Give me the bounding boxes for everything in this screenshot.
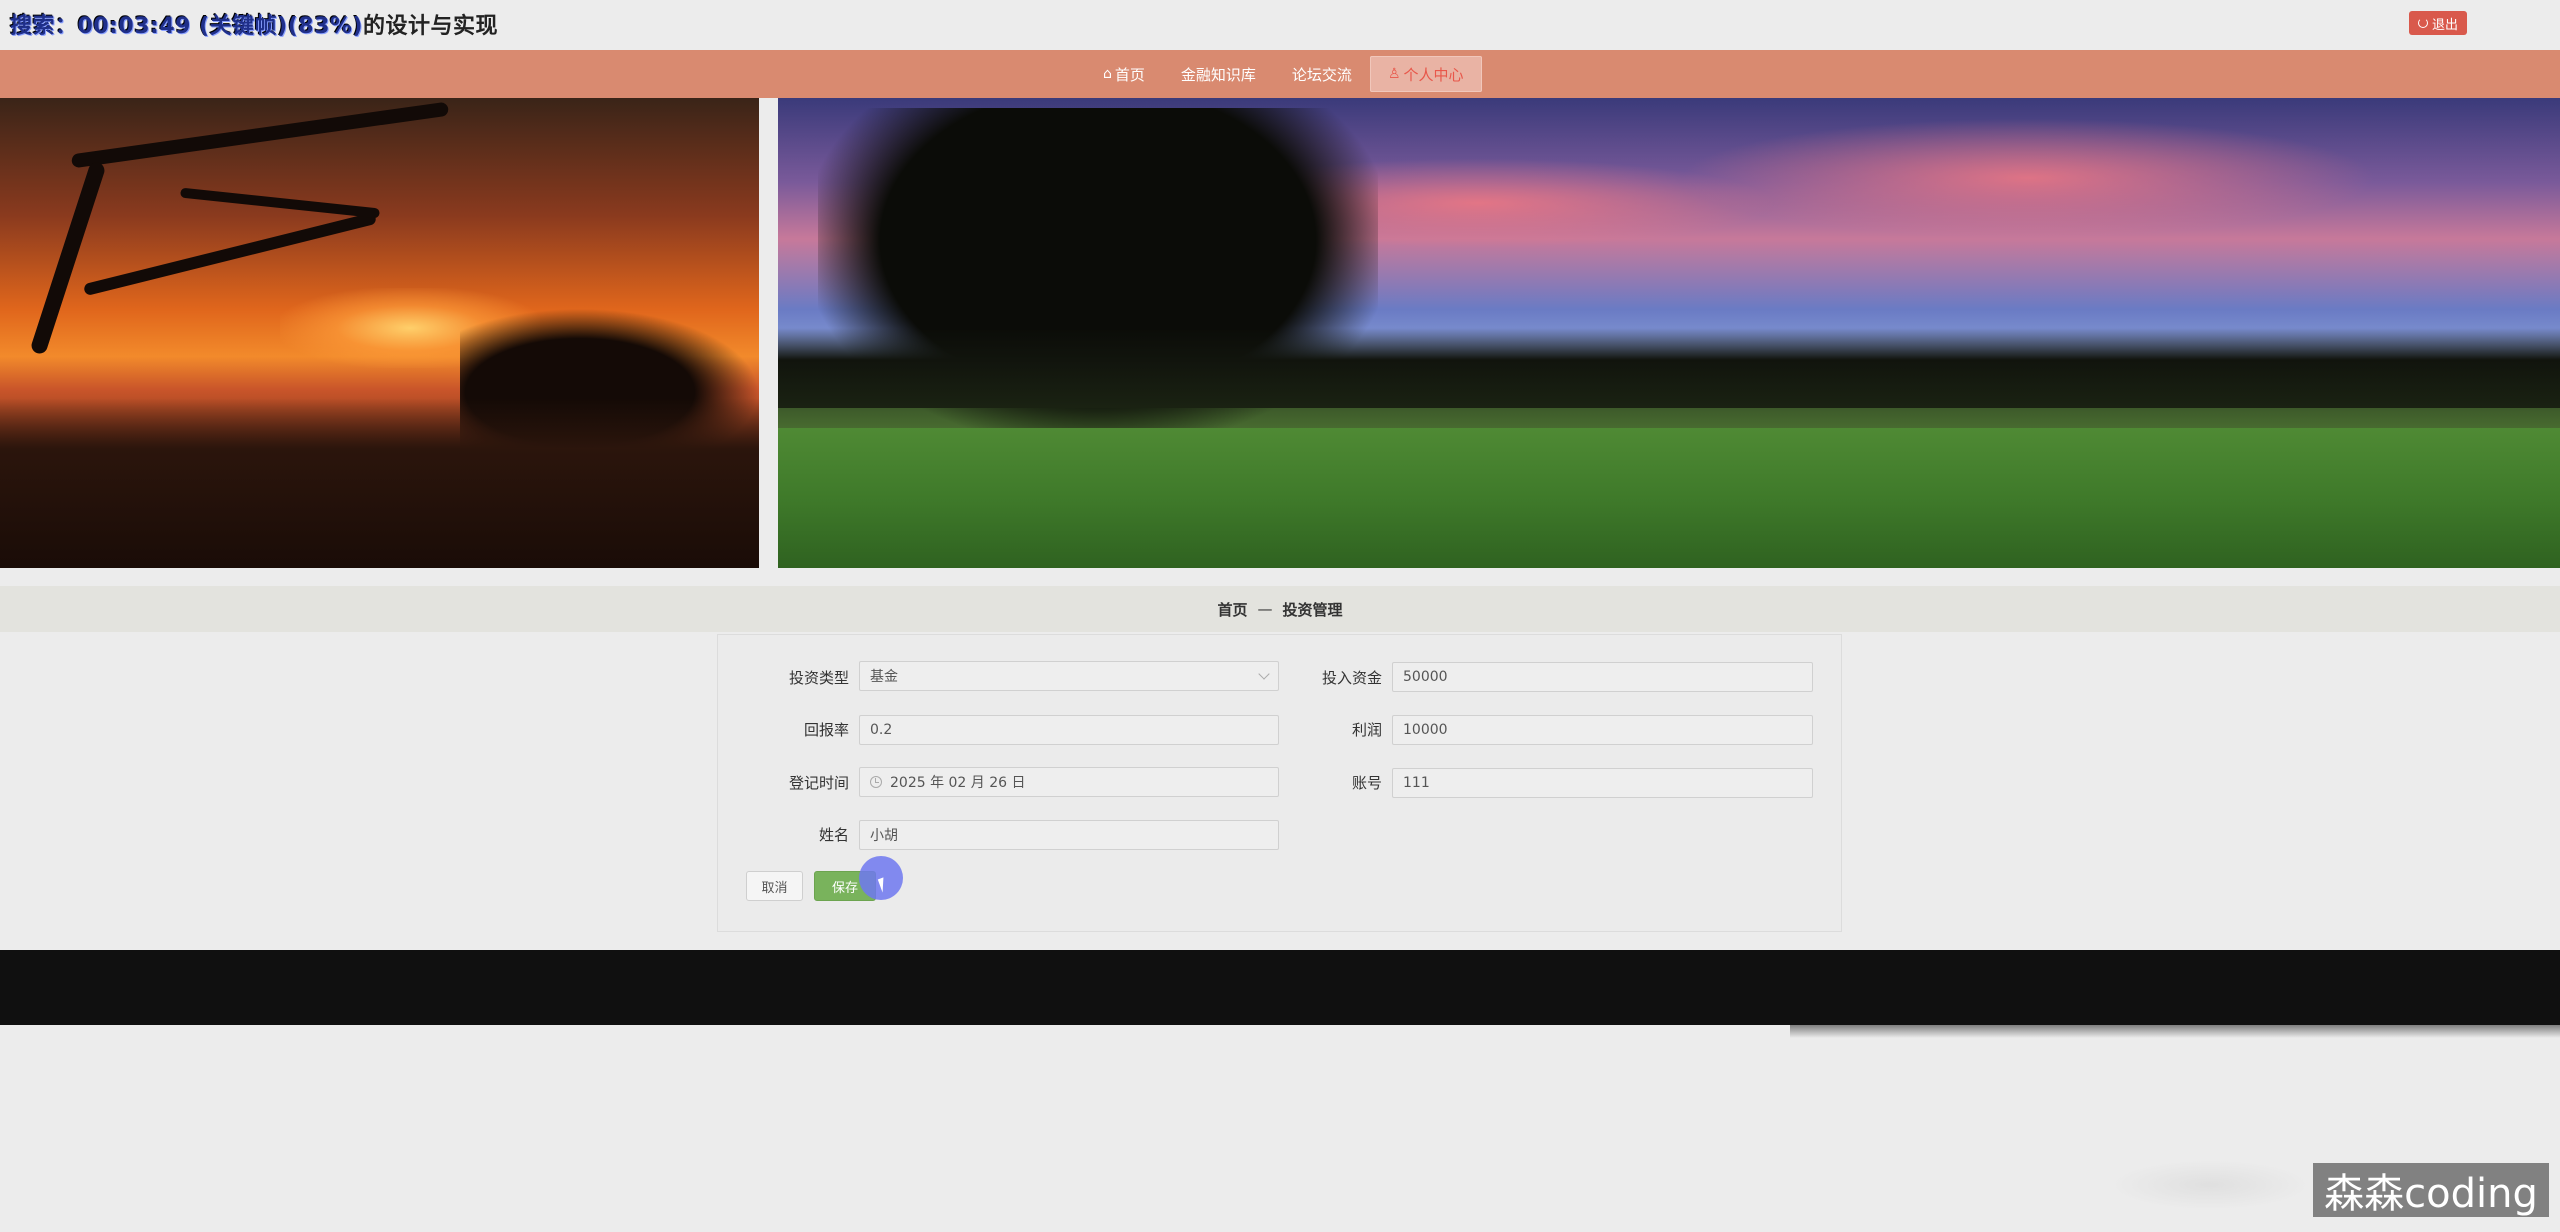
nav-item-forum[interactable]: 论坛交流 bbox=[1274, 56, 1370, 92]
footer-fade bbox=[1790, 1012, 2560, 1038]
banner-grass bbox=[778, 428, 2560, 568]
banner-branch bbox=[180, 187, 380, 219]
title-suffix: 的设计与实现 bbox=[362, 14, 498, 39]
account-label: 账号 bbox=[1351, 774, 1382, 792]
return-rate-value: 0.2 bbox=[870, 722, 893, 738]
return-rate-label: 回报率 bbox=[803, 721, 849, 739]
home-icon: ⌂ bbox=[1103, 66, 1112, 82]
name-value: 小胡 bbox=[870, 828, 898, 844]
banner-image-meadow bbox=[778, 98, 2560, 568]
title-overlay-text: 搜索：00:03:49 (关键帧)(83%) bbox=[10, 14, 363, 39]
invest-amount-input[interactable]: 50000 bbox=[1392, 662, 1813, 692]
nav-item-label: 论坛交流 bbox=[1291, 65, 1352, 84]
top-header: 搜索：00:03:49 (关键帧)(83%)的设计与实现 退出 bbox=[0, 0, 2560, 50]
watermark-ghost bbox=[2110, 1160, 2310, 1210]
cancel-button[interactable]: 取消 bbox=[746, 871, 803, 901]
nav-item-finance-knowledge[interactable]: 金融知识库 bbox=[1163, 56, 1274, 92]
return-rate-input[interactable]: 0.2 bbox=[859, 715, 1279, 745]
profit-input[interactable]: 10000 bbox=[1392, 715, 1813, 745]
nav-item-label: 金融知识库 bbox=[1180, 65, 1256, 84]
banner-carousel[interactable] bbox=[0, 98, 2560, 568]
main-nav: ⌂ 首页 金融知识库 论坛交流 ♙ 个人中心 bbox=[0, 50, 2560, 98]
register-time-datepicker[interactable]: 2025 年 02 月 26 日 bbox=[859, 767, 1279, 797]
logout-button[interactable]: 退出 bbox=[2409, 11, 2467, 35]
name-label: 姓名 bbox=[818, 826, 849, 844]
invest-amount-label: 投入资金 bbox=[1321, 669, 1382, 687]
register-time-label: 登记时间 bbox=[788, 774, 849, 792]
profit-value: 10000 bbox=[1403, 722, 1448, 738]
breadcrumb-current: 投资管理 bbox=[1282, 600, 1343, 619]
banner-cloud bbox=[1678, 118, 2378, 238]
site-title: 搜索：00:03:49 (关键帧)(83%)的设计与实现 bbox=[10, 8, 498, 40]
invest-type-label: 投资类型 bbox=[788, 669, 849, 687]
breadcrumb: 首页 — 投资管理 bbox=[0, 586, 2560, 632]
profit-label: 利润 bbox=[1351, 721, 1382, 739]
nav-item-label: 个人中心 bbox=[1403, 65, 1464, 84]
banner-branch bbox=[70, 101, 450, 169]
invest-type-select[interactable]: 基金 bbox=[859, 661, 1279, 691]
account-value: 111 bbox=[1403, 775, 1430, 791]
nav-item-personal-center[interactable]: ♙ 个人中心 bbox=[1369, 56, 1482, 92]
logout-label: 退出 bbox=[2431, 17, 2458, 33]
banner-treeline bbox=[778, 328, 2560, 408]
nav-item-label: 首页 bbox=[1114, 65, 1145, 84]
register-time-value: 2025 年 02 月 26 日 bbox=[890, 775, 1026, 791]
user-icon: ♙ bbox=[1387, 66, 1401, 82]
name-input[interactable]: 小胡 bbox=[859, 820, 1279, 850]
breadcrumb-home[interactable]: 首页 bbox=[1217, 599, 1247, 620]
invest-type-value: 基金 bbox=[870, 669, 898, 685]
banner-branch bbox=[29, 160, 107, 356]
clock-icon bbox=[870, 776, 882, 788]
banner-image-sunset bbox=[0, 98, 759, 568]
breadcrumb-separator: — bbox=[1257, 600, 1273, 618]
banner-shore bbox=[0, 398, 759, 568]
account-input[interactable]: 111 bbox=[1392, 768, 1813, 798]
watermark: 森森coding bbox=[2313, 1163, 2549, 1217]
banner-branch bbox=[83, 211, 377, 297]
power-icon bbox=[2417, 18, 2428, 28]
invest-amount-value: 50000 bbox=[1403, 669, 1448, 685]
nav-items: ⌂ 首页 金融知识库 论坛交流 ♙ 个人中心 bbox=[1085, 56, 1482, 92]
nav-item-home[interactable]: ⌂ 首页 bbox=[1085, 56, 1163, 92]
